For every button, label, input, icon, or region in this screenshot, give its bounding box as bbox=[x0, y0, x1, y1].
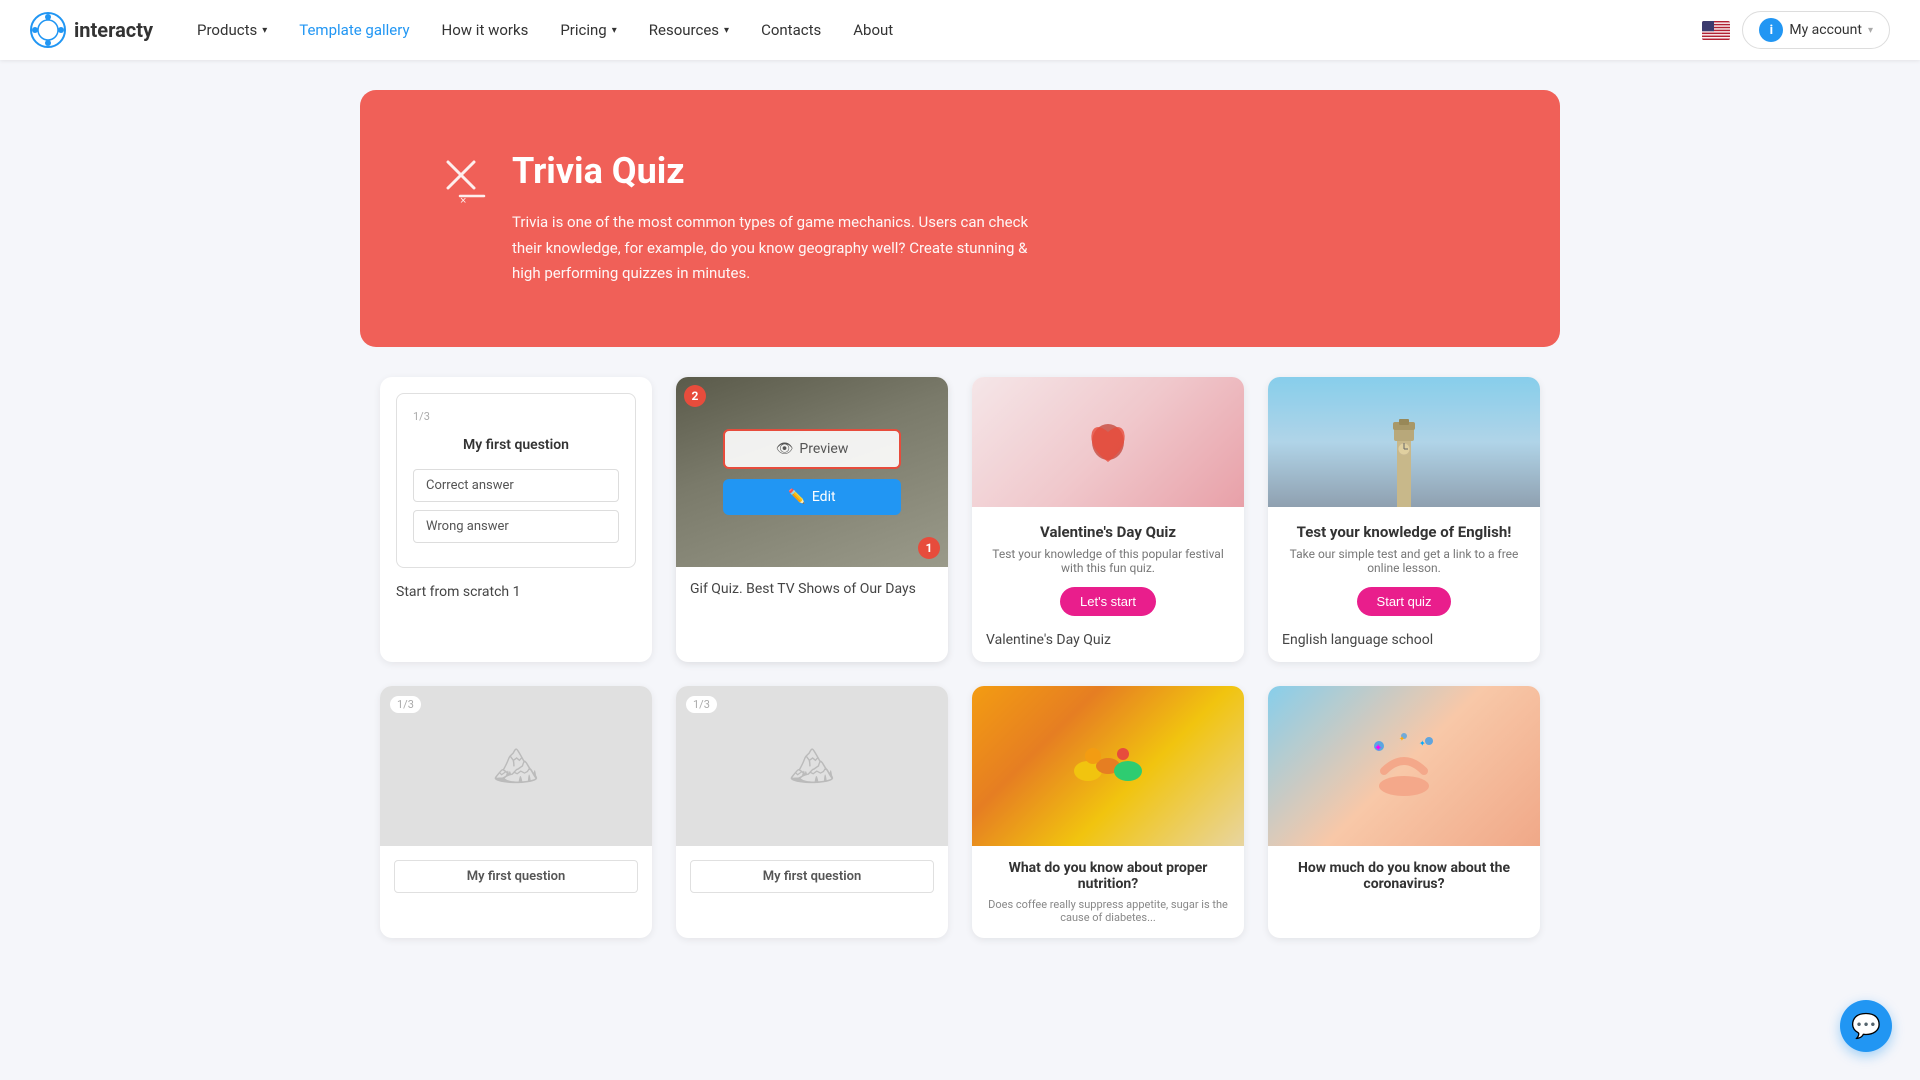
scratch-counter: 1/3 bbox=[413, 410, 619, 423]
corona-thumb: ✦ ✦ ✦ bbox=[1268, 686, 1540, 846]
valentines-desc: Test your knowledge of this popular fest… bbox=[988, 547, 1228, 575]
nav-template-gallery[interactable]: Template gallery bbox=[285, 13, 423, 47]
products-caret: ▾ bbox=[262, 25, 267, 36]
valentines-title: Valentine's Day Quiz bbox=[988, 523, 1228, 541]
placeholder-counter: 1/3 bbox=[686, 696, 717, 713]
placeholder-question: My first question bbox=[394, 860, 638, 893]
navbar: interacty Products ▾ Template gallery Ho… bbox=[0, 0, 1920, 60]
edit-button[interactable]: ✏️ Edit bbox=[723, 479, 901, 515]
scratch-correct-answer: Correct answer bbox=[413, 469, 619, 502]
placeholder-thumb-1: 1/3 🏔 bbox=[380, 686, 652, 846]
card-scratch-1[interactable]: 1/3 My first question Correct answer Wro… bbox=[380, 377, 652, 662]
badge-1: 1 bbox=[918, 537, 940, 559]
hero-icon: × bbox=[440, 154, 492, 217]
nav-links: Products ▾ Template gallery How it works… bbox=[183, 13, 1702, 47]
placeholder-counter: 1/3 bbox=[390, 696, 421, 713]
card-row-2: 1/3 🏔 My first question 1/3 🏔 My first q… bbox=[380, 686, 1540, 938]
badge-2: 2 bbox=[684, 385, 706, 407]
my-account-button[interactable]: i My account ▾ bbox=[1742, 11, 1890, 49]
english-thumb bbox=[1268, 377, 1540, 507]
english-title: Test your knowledge of English! bbox=[1284, 523, 1524, 541]
placeholder-thumb-2: 1/3 🏔 bbox=[676, 686, 948, 846]
image-icon: 🏔 bbox=[789, 745, 835, 787]
card-row-1: 1/3 My first question Correct answer Wro… bbox=[380, 377, 1540, 662]
svg-text:✦: ✦ bbox=[1419, 739, 1426, 748]
valentines-start-button[interactable]: Let's start bbox=[1060, 587, 1156, 616]
english-body: Test your knowledge of English! Take our… bbox=[1268, 507, 1540, 632]
placeholder-body-2: My first question bbox=[676, 846, 948, 907]
my-account-icon: i bbox=[1759, 18, 1783, 42]
nav-right: i My account ▾ bbox=[1702, 11, 1890, 49]
english-desc: Take our simple test and get a link to a… bbox=[1284, 547, 1524, 575]
nutrition-title: What do you know about proper nutrition? bbox=[986, 860, 1230, 892]
hero-banner: × Trivia Quiz Trivia is one of the most … bbox=[360, 90, 1560, 347]
card-grid: 1/3 My first question Correct answer Wro… bbox=[360, 377, 1560, 1002]
card-valentines[interactable]: Valentine's Day Quiz Test your knowledge… bbox=[972, 377, 1244, 662]
placeholder-body-1: My first question bbox=[380, 846, 652, 907]
nav-how-it-works[interactable]: How it works bbox=[428, 13, 543, 47]
nutrition-body: What do you know about proper nutrition?… bbox=[972, 846, 1244, 938]
card-gif-tv[interactable]: 2 👁 Preview ✏️ Edit 1 Gif Quiz. Best TV … bbox=[676, 377, 948, 662]
edit-label: Edit bbox=[812, 489, 836, 505]
corona-title: How much do you know about the coronavir… bbox=[1282, 860, 1526, 892]
preview-label: Preview bbox=[799, 441, 848, 457]
logo[interactable]: interacty bbox=[30, 12, 153, 48]
my-account-caret: ▾ bbox=[1868, 25, 1873, 36]
scratch-preview: 1/3 My first question Correct answer Wro… bbox=[396, 393, 636, 568]
scratch-wrong-answer: Wrong answer bbox=[413, 510, 619, 543]
valentines-thumb bbox=[972, 377, 1244, 507]
card-placeholder-1[interactable]: 1/3 🏔 My first question bbox=[380, 686, 652, 938]
nav-resources[interactable]: Resources ▾ bbox=[635, 13, 743, 47]
logo-text: interacty bbox=[74, 18, 153, 42]
nav-contacts[interactable]: Contacts bbox=[747, 13, 835, 47]
flag-icon[interactable] bbox=[1702, 21, 1730, 40]
card-label: Start from scratch 1 bbox=[396, 576, 636, 600]
svg-text:✦: ✦ bbox=[1374, 743, 1382, 754]
card-label: Valentine's Day Quiz bbox=[972, 632, 1244, 662]
nav-about[interactable]: About bbox=[839, 13, 907, 47]
svg-text:×: × bbox=[460, 195, 466, 206]
nutrition-desc: Does coffee really suppress appetite, su… bbox=[986, 898, 1230, 924]
my-account-label: My account bbox=[1789, 22, 1862, 38]
scratch-question: My first question bbox=[413, 437, 619, 453]
image-icon: 🏔 bbox=[493, 745, 539, 787]
card-label: Gif Quiz. Best TV Shows of Our Days bbox=[676, 567, 948, 611]
card-corona[interactable]: ✦ ✦ ✦ How much do you know about the cor… bbox=[1268, 686, 1540, 938]
nutrition-thumb bbox=[972, 686, 1244, 846]
preview-button[interactable]: 👁 Preview bbox=[723, 429, 901, 469]
card-label: English language school bbox=[1268, 632, 1540, 662]
english-start-button[interactable]: Start quiz bbox=[1357, 587, 1452, 616]
resources-caret: ▾ bbox=[724, 25, 729, 36]
nav-pricing[interactable]: Pricing ▾ bbox=[546, 13, 630, 47]
svg-text:✦: ✦ bbox=[1399, 735, 1405, 743]
hero-title: Trivia Quiz bbox=[512, 150, 1032, 192]
chat-bubble[interactable]: 💬 bbox=[1840, 1000, 1892, 1052]
pencil-icon: ✏️ bbox=[788, 489, 805, 505]
corona-body: How much do you know about the coronavir… bbox=[1268, 846, 1540, 912]
card-nutrition[interactable]: What do you know about proper nutrition?… bbox=[972, 686, 1244, 938]
hero-description: Trivia is one of the most common types o… bbox=[512, 210, 1032, 287]
eye-icon: 👁 bbox=[776, 441, 794, 457]
valentines-body: Valentine's Day Quiz Test your knowledge… bbox=[972, 507, 1244, 632]
chat-icon: 💬 bbox=[1851, 1012, 1881, 1040]
card-placeholder-2[interactable]: 1/3 🏔 My first question bbox=[676, 686, 948, 938]
card-english[interactable]: Test your knowledge of English! Take our… bbox=[1268, 377, 1540, 662]
nav-products[interactable]: Products ▾ bbox=[183, 13, 281, 47]
pricing-caret: ▾ bbox=[612, 25, 617, 36]
placeholder-question: My first question bbox=[690, 860, 934, 893]
